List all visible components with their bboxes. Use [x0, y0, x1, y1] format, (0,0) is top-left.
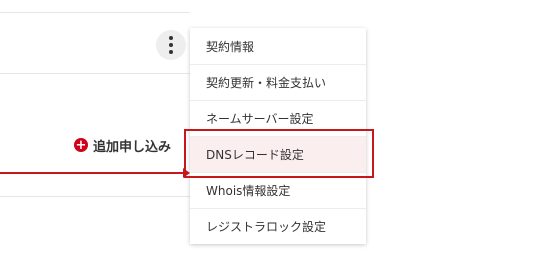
annotation-arrow-line	[0, 172, 184, 174]
menu-item-contract-info[interactable]: 契約情報	[190, 28, 366, 64]
kebab-dot-icon	[169, 36, 173, 40]
menu-item-renewal-payment[interactable]: 契約更新・料金支払い	[190, 64, 366, 100]
kebab-dot-icon	[169, 43, 173, 47]
add-application-label: 追加申し込み	[93, 139, 172, 155]
add-application-link[interactable]: + 追加申し込み	[74, 136, 172, 155]
row-divider-top	[0, 12, 190, 13]
more-options-button[interactable]	[156, 30, 186, 60]
kebab-dot-icon	[169, 50, 173, 54]
row-divider	[0, 73, 190, 74]
row-divider-bottom	[0, 196, 190, 197]
plus-circle-icon: +	[74, 137, 88, 153]
menu-item-registrar-lock-settings[interactable]: レジストラロック設定	[190, 208, 366, 244]
annotation-highlight-box	[184, 129, 374, 178]
